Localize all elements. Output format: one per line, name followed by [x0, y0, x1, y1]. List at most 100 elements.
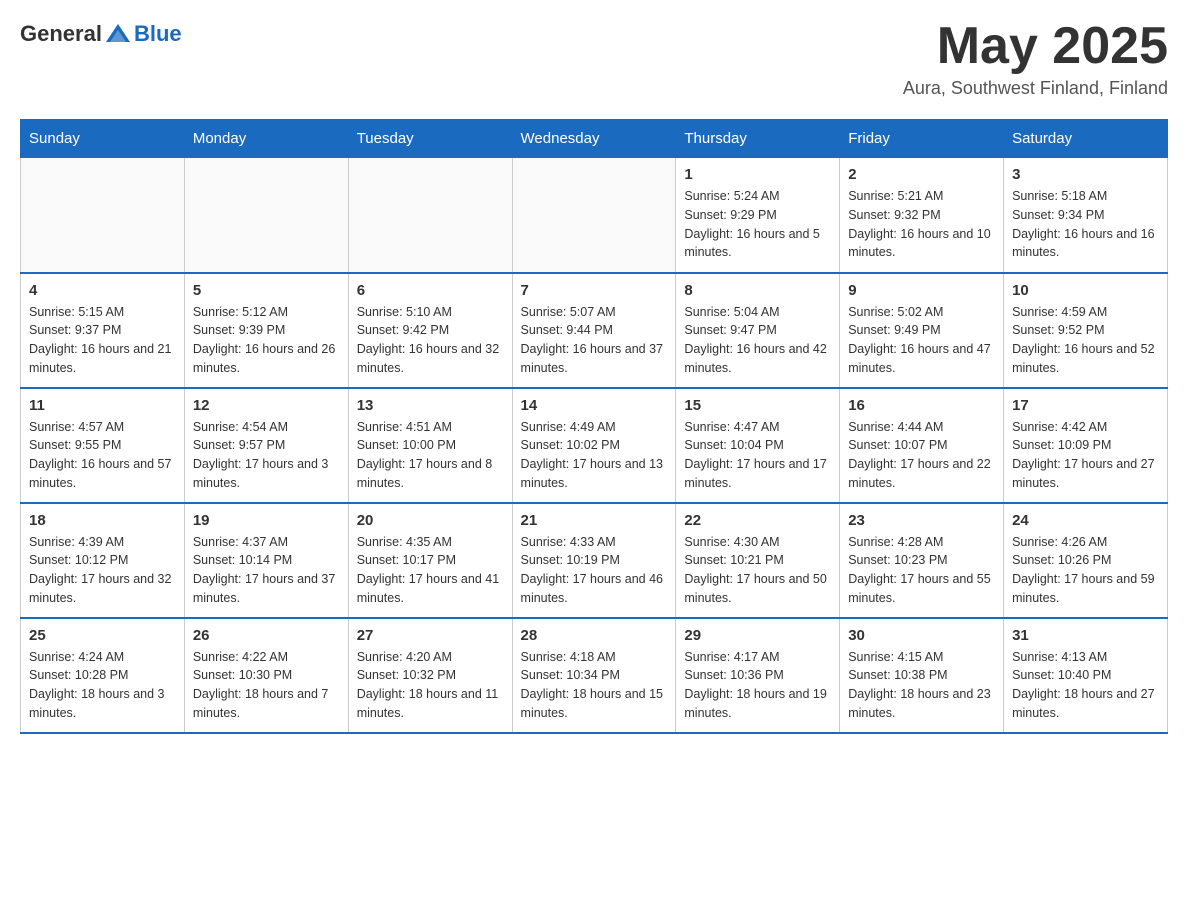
day-number: 9	[848, 282, 995, 299]
calendar-cell	[512, 158, 676, 273]
calendar-week-row: 1Sunrise: 5:24 AMSunset: 9:29 PMDaylight…	[21, 158, 1168, 273]
calendar-cell: 8Sunrise: 5:04 AMSunset: 9:47 PMDaylight…	[676, 273, 840, 388]
day-info: Sunrise: 5:07 AMSunset: 9:44 PMDaylight:…	[521, 303, 668, 378]
day-info: Sunrise: 4:47 AMSunset: 10:04 PMDaylight…	[684, 418, 831, 493]
calendar-cell: 21 Sunrise: 4:33 AMSunset: 10:19 PMDaylig…	[512, 503, 676, 618]
calendar-cell: 11 Sunrise: 4:57 AMSunset: 9:55 PMDayligh…	[21, 388, 185, 503]
calendar-cell: 3 Sunrise: 5:18 AMSunset: 9:34 PMDaylight…	[1004, 158, 1168, 273]
day-info: Sunrise: 4:13 AMSunset: 10:40 PMDaylight…	[1012, 648, 1159, 723]
calendar-cell: 18 Sunrise: 4:39 AMSunset: 10:12 PMDaylig…	[21, 503, 185, 618]
calendar-cell: 16 Sunrise: 4:44 AMSunset: 10:07 PMDaylig…	[840, 388, 1004, 503]
calendar-cell	[348, 158, 512, 273]
day-info: Sunrise: 4:37 AMSunset: 10:14 PMDaylight…	[193, 533, 340, 608]
month-title: May 2025	[903, 20, 1168, 72]
title-block: May 2025 Aura, Southwest Finland, Finlan…	[903, 20, 1168, 99]
day-info: Sunrise: 4:51 AMSunset: 10:00 PMDaylight…	[357, 418, 504, 493]
day-number: 2	[848, 166, 995, 183]
day-number: 11	[29, 397, 176, 414]
day-number: 10	[1012, 282, 1159, 299]
logo-text-general: General	[20, 21, 102, 47]
day-number: 15	[684, 397, 831, 414]
calendar-header-thursday: Thursday	[676, 120, 840, 158]
day-info: Sunrise: 4:42 AMSunset: 10:09 PMDaylight…	[1012, 418, 1159, 493]
calendar-cell: 31 Sunrise: 4:13 AMSunset: 10:40 PMDaylig…	[1004, 618, 1168, 733]
calendar-cell: 27 Sunrise: 4:20 AMSunset: 10:32 PMDaylig…	[348, 618, 512, 733]
day-info: Sunrise: 4:57 AMSunset: 9:55 PMDaylight:…	[29, 418, 176, 493]
day-number: 17	[1012, 397, 1159, 414]
calendar-cell: 9 Sunrise: 5:02 AMSunset: 9:49 PMDaylight…	[840, 273, 1004, 388]
day-info: Sunrise: 4:54 AMSunset: 9:57 PMDaylight:…	[193, 418, 340, 493]
day-number: 16	[848, 397, 995, 414]
calendar-cell: 4Sunrise: 5:15 AMSunset: 9:37 PMDaylight…	[21, 273, 185, 388]
day-number: 30	[848, 627, 995, 644]
day-info: Sunrise: 5:12 AMSunset: 9:39 PMDaylight:…	[193, 303, 340, 378]
day-info: Sunrise: 5:02 AMSunset: 9:49 PMDaylight:…	[848, 303, 995, 378]
calendar-week-row: 18 Sunrise: 4:39 AMSunset: 10:12 PMDaylig…	[21, 503, 1168, 618]
day-info: Sunrise: 4:44 AMSunset: 10:07 PMDaylight…	[848, 418, 995, 493]
calendar-cell: 6 Sunrise: 5:10 AMSunset: 9:42 PMDaylight…	[348, 273, 512, 388]
day-number: 25	[29, 627, 176, 644]
day-number: 1	[684, 166, 831, 183]
day-number: 3	[1012, 166, 1159, 183]
day-number: 14	[521, 397, 668, 414]
day-info: Sunrise: 4:20 AMSunset: 10:32 PMDaylight…	[357, 648, 504, 723]
calendar-cell: 7Sunrise: 5:07 AMSunset: 9:44 PMDaylight…	[512, 273, 676, 388]
day-number: 21	[521, 512, 668, 529]
day-info: Sunrise: 4:17 AMSunset: 10:36 PMDaylight…	[684, 648, 831, 723]
calendar-header-sunday: Sunday	[21, 120, 185, 158]
calendar-cell: 22 Sunrise: 4:30 AMSunset: 10:21 PMDaylig…	[676, 503, 840, 618]
day-number: 18	[29, 512, 176, 529]
day-number: 6	[357, 282, 504, 299]
calendar-cell: 13Sunrise: 4:51 AMSunset: 10:00 PMDaylig…	[348, 388, 512, 503]
day-info: Sunrise: 4:24 AMSunset: 10:28 PMDaylight…	[29, 648, 176, 723]
day-number: 23	[848, 512, 995, 529]
day-info: Sunrise: 4:33 AMSunset: 10:19 PMDaylight…	[521, 533, 668, 608]
calendar-header-monday: Monday	[184, 120, 348, 158]
day-info: Sunrise: 4:59 AMSunset: 9:52 PMDaylight:…	[1012, 303, 1159, 378]
calendar-week-row: 4Sunrise: 5:15 AMSunset: 9:37 PMDaylight…	[21, 273, 1168, 388]
calendar-header-friday: Friday	[840, 120, 1004, 158]
calendar-header-row: SundayMondayTuesdayWednesdayThursdayFrid…	[21, 120, 1168, 158]
day-number: 12	[193, 397, 340, 414]
day-info: Sunrise: 4:49 AMSunset: 10:02 PMDaylight…	[521, 418, 668, 493]
day-number: 19	[193, 512, 340, 529]
calendar-cell: 24Sunrise: 4:26 AMSunset: 10:26 PMDaylig…	[1004, 503, 1168, 618]
day-info: Sunrise: 4:30 AMSunset: 10:21 PMDaylight…	[684, 533, 831, 608]
page-header: General Blue May 2025 Aura, Southwest Fi…	[20, 20, 1168, 99]
calendar-cell: 23 Sunrise: 4:28 AMSunset: 10:23 PMDaylig…	[840, 503, 1004, 618]
calendar-cell: 29 Sunrise: 4:17 AMSunset: 10:36 PMDaylig…	[676, 618, 840, 733]
day-info: Sunrise: 4:22 AMSunset: 10:30 PMDaylight…	[193, 648, 340, 723]
logo-text-blue: Blue	[134, 21, 182, 47]
day-info: Sunrise: 4:18 AMSunset: 10:34 PMDaylight…	[521, 648, 668, 723]
day-info: Sunrise: 4:15 AMSunset: 10:38 PMDaylight…	[848, 648, 995, 723]
calendar-cell: 26 Sunrise: 4:22 AMSunset: 10:30 PMDaylig…	[184, 618, 348, 733]
calendar-week-row: 11 Sunrise: 4:57 AMSunset: 9:55 PMDayligh…	[21, 388, 1168, 503]
logo: General Blue	[20, 20, 182, 48]
day-info: Sunrise: 5:18 AMSunset: 9:34 PMDaylight:…	[1012, 187, 1159, 262]
day-info: Sunrise: 5:21 AMSunset: 9:32 PMDaylight:…	[848, 187, 995, 262]
calendar-week-row: 25 Sunrise: 4:24 AMSunset: 10:28 PMDaylig…	[21, 618, 1168, 733]
day-number: 5	[193, 282, 340, 299]
day-info: Sunrise: 5:10 AMSunset: 9:42 PMDaylight:…	[357, 303, 504, 378]
day-number: 20	[357, 512, 504, 529]
day-number: 29	[684, 627, 831, 644]
day-number: 31	[1012, 627, 1159, 644]
calendar-cell: 2 Sunrise: 5:21 AMSunset: 9:32 PMDaylight…	[840, 158, 1004, 273]
calendar-cell: 19 Sunrise: 4:37 AMSunset: 10:14 PMDaylig…	[184, 503, 348, 618]
day-info: Sunrise: 4:28 AMSunset: 10:23 PMDaylight…	[848, 533, 995, 608]
calendar-cell: 28 Sunrise: 4:18 AMSunset: 10:34 PMDaylig…	[512, 618, 676, 733]
day-number: 27	[357, 627, 504, 644]
calendar-cell: 12 Sunrise: 4:54 AMSunset: 9:57 PMDayligh…	[184, 388, 348, 503]
calendar-header-wednesday: Wednesday	[512, 120, 676, 158]
calendar-header-tuesday: Tuesday	[348, 120, 512, 158]
logo-icon	[104, 20, 132, 48]
day-number: 22	[684, 512, 831, 529]
calendar-cell: 5 Sunrise: 5:12 AMSunset: 9:39 PMDaylight…	[184, 273, 348, 388]
day-number: 26	[193, 627, 340, 644]
day-info: Sunrise: 4:39 AMSunset: 10:12 PMDaylight…	[29, 533, 176, 608]
calendar-cell: 20Sunrise: 4:35 AMSunset: 10:17 PMDaylig…	[348, 503, 512, 618]
day-number: 28	[521, 627, 668, 644]
calendar-cell	[21, 158, 185, 273]
calendar-cell: 30 Sunrise: 4:15 AMSunset: 10:38 PMDaylig…	[840, 618, 1004, 733]
calendar-cell: 14 Sunrise: 4:49 AMSunset: 10:02 PMDaylig…	[512, 388, 676, 503]
